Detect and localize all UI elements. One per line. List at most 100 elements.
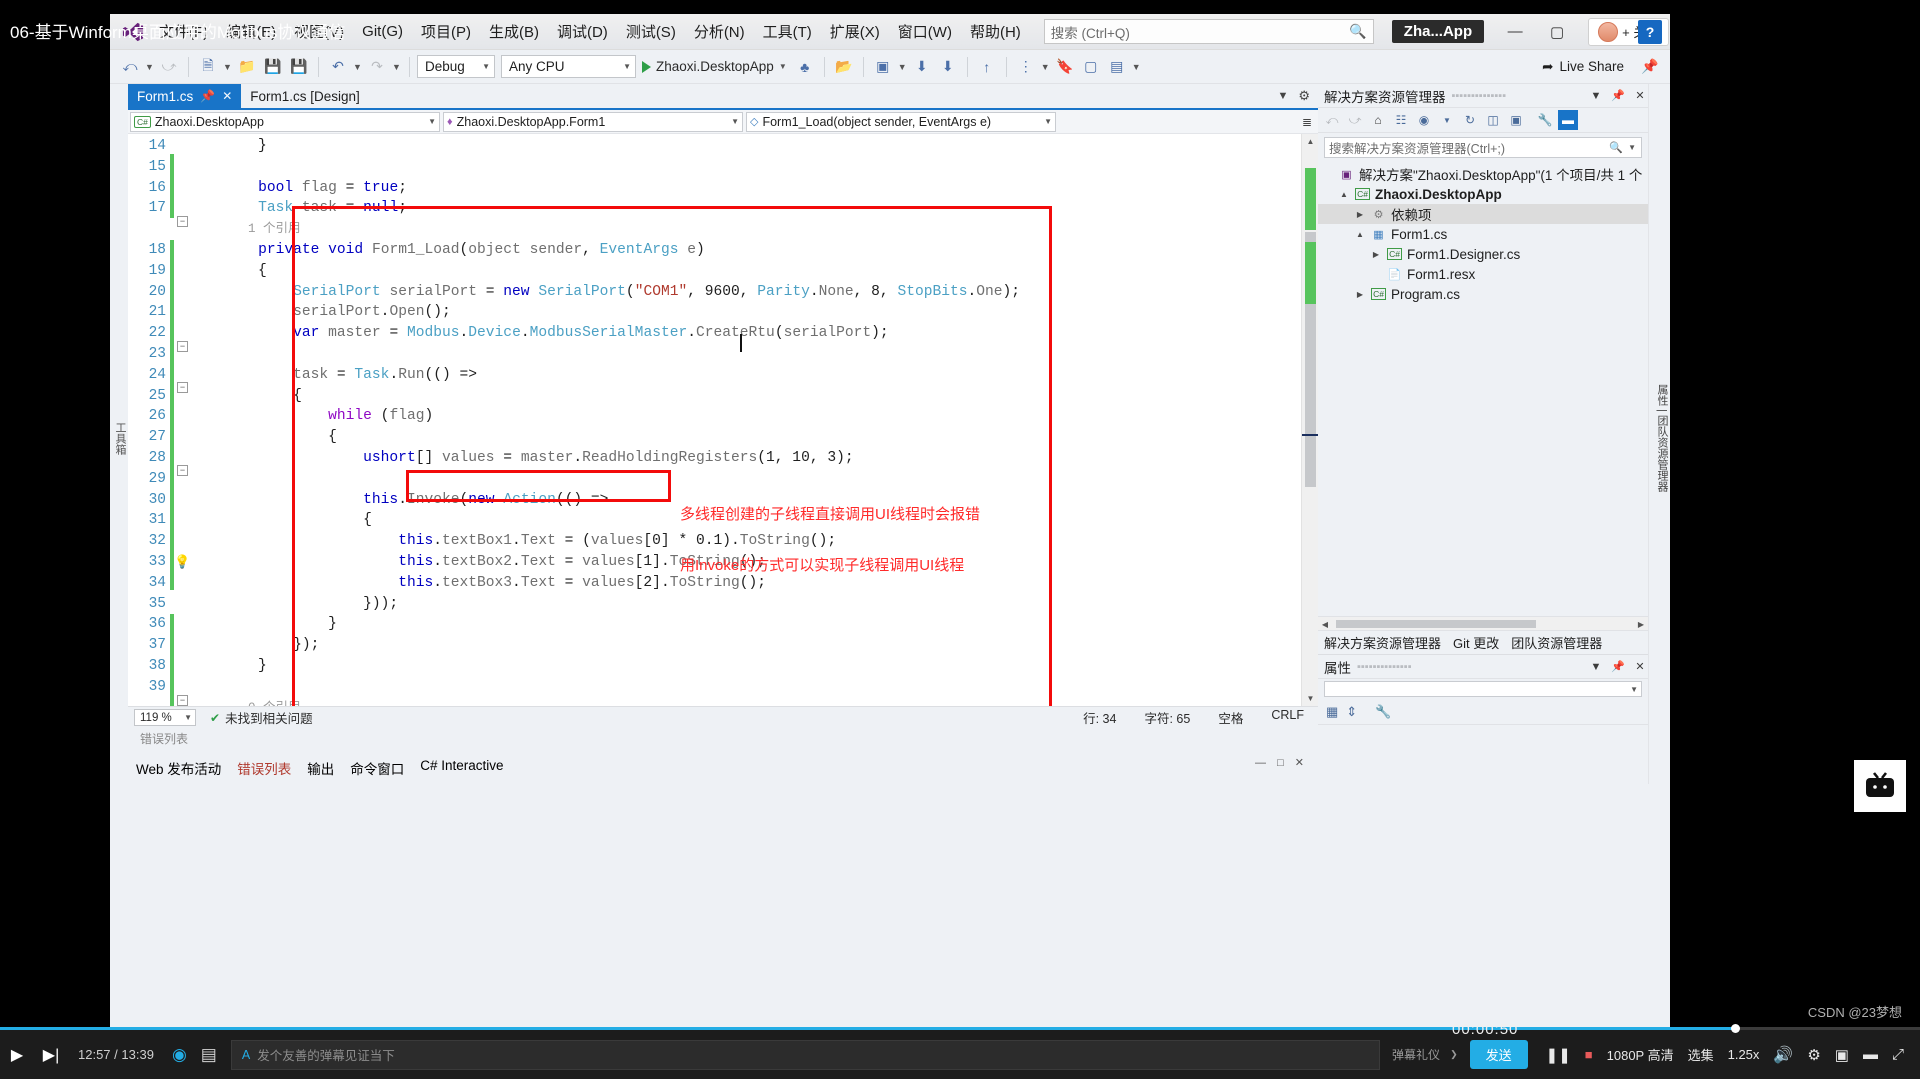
outline-collapse-icon[interactable]: − — [177, 341, 188, 352]
code-line[interactable]: SerialPort serialPort = new SerialPort("… — [188, 282, 1301, 303]
next-button[interactable]: ▶| — [34, 1045, 68, 1065]
chevron-down-icon[interactable]: ▼ — [1131, 62, 1142, 72]
bottom-tab-csharp-interactive[interactable]: C# Interactive — [420, 758, 503, 778]
code-text[interactable]: } bool flag = true; Task task = null; 1 … — [188, 134, 1301, 706]
quick-search-input[interactable]: 搜索 (Ctrl+Q) 🔍 — [1043, 19, 1374, 44]
scroll-right-icon[interactable]: ▶ — [1634, 618, 1648, 630]
dock-tab-team-explorer[interactable]: 团队资源管理器 — [1511, 633, 1602, 652]
code-reference-hint[interactable]: 0 个引用 — [188, 698, 1301, 706]
chevron-down-icon[interactable]: ▼ — [897, 62, 908, 72]
step-into-icon[interactable]: ⬇ — [910, 55, 934, 79]
code-line[interactable]: ushort[] values = master.ReadHoldingRegi… — [188, 448, 1301, 469]
twisty-icon[interactable]: ▶ — [1354, 210, 1366, 219]
code-line[interactable] — [188, 344, 1301, 365]
save-icon[interactable]: 💾 — [261, 55, 285, 79]
chevron-down-icon[interactable]: ▼ — [1588, 661, 1604, 673]
tree-item[interactable]: ▶ ⚙ 依赖项 — [1318, 204, 1648, 224]
window-controls[interactable]: — ▢ — [1494, 23, 1578, 41]
code-line[interactable]: } — [188, 136, 1301, 157]
danmaku-style-icon[interactable]: A — [242, 1048, 250, 1062]
danmaku-rule-label[interactable]: 弹幕礼仪 — [1392, 1046, 1440, 1063]
help-badge-icon[interactable]: ? — [1638, 20, 1662, 44]
dock-tab-git-changes[interactable]: Git 更改 — [1453, 633, 1499, 652]
undo-icon[interactable]: ↶ — [326, 55, 350, 79]
hex-display-icon[interactable]: ⋮ — [1014, 55, 1038, 79]
solution-configuration-combo[interactable]: Debug ▼ — [417, 55, 495, 78]
twisty-icon[interactable]: ▲ — [1338, 190, 1350, 199]
navbar-type-combo[interactable]: ♦ Zhaoxi.DesktopApp.Form1 ▼ — [443, 111, 743, 132]
scroll-up-icon[interactable]: ▲ — [1302, 134, 1318, 149]
speed-label[interactable]: 1.25x — [1728, 1047, 1760, 1062]
menu-item-analyze[interactable]: 分析(N) — [685, 17, 754, 46]
menu-item-project[interactable]: 项目(P) — [412, 17, 480, 46]
bottom-tab-web-publish[interactable]: Web 发布活动 — [136, 758, 221, 778]
twisty-icon[interactable]: ▲ — [1354, 230, 1366, 239]
select-element-icon[interactable]: 📂 — [832, 55, 856, 79]
outline-collapse-icon[interactable]: − — [177, 216, 188, 227]
code-line[interactable]: private void Form1_Load(object sender, E… — [188, 240, 1301, 261]
tree-item[interactable]: ▲ ▦ Form1.cs — [1318, 224, 1648, 244]
danmaku-toggle-icon[interactable]: ◉ — [172, 1045, 187, 1065]
tab-list-chevron-icon[interactable]: ▼ — [1277, 90, 1288, 102]
navbar-project-combo[interactable]: C# Zhaoxi.DesktopApp ▼ — [130, 111, 440, 132]
properties-icon[interactable]: ▣ — [1506, 110, 1526, 130]
uncomment-icon[interactable]: ▤ — [1105, 55, 1129, 79]
outline-collapse-icon[interactable]: − — [177, 465, 188, 476]
danmaku-settings-icon[interactable]: ▤ — [201, 1045, 217, 1065]
code-line[interactable]: Task task = null; — [188, 198, 1301, 219]
chevron-down-icon[interactable]: ▼ — [1588, 90, 1604, 102]
widescreen-icon[interactable]: ▬ — [1863, 1046, 1878, 1063]
menu-item-help[interactable]: 帮助(H) — [961, 17, 1030, 46]
redo-dropdown-icon[interactable]: ▼ — [391, 62, 402, 72]
scroll-down-icon[interactable]: ▼ — [1302, 691, 1318, 706]
code-line[interactable] — [188, 677, 1301, 698]
quality-label[interactable]: 1080P 高清 — [1607, 1045, 1674, 1064]
live-share-button[interactable]: ➦ Live Share — [1542, 59, 1636, 75]
collapse-all-icon[interactable]: ◫ — [1483, 110, 1503, 130]
fullscreen-icon[interactable]: ⤢ — [1892, 1046, 1904, 1063]
tree-item[interactable]: ▶ C# Program.cs — [1318, 284, 1648, 304]
open-file-icon[interactable]: 📁 — [235, 55, 259, 79]
show-all-files-icon[interactable]: ◉ — [1414, 110, 1434, 130]
solution-explorer-search-input[interactable]: 搜索解决方案资源管理器(Ctrl+;) 🔍 ▼ — [1324, 137, 1642, 158]
gear-icon[interactable]: ⚙ — [1298, 88, 1310, 104]
menu-item-window[interactable]: 窗口(W) — [889, 17, 961, 46]
step-over-icon[interactable]: ⬇ — [936, 55, 960, 79]
right-dock-tabs[interactable]: 解决方案资源管理器 Git 更改 团队资源管理器 — [1318, 630, 1648, 654]
code-line[interactable]: }); — [188, 635, 1301, 656]
preview-selected-icon[interactable]: ▬ — [1558, 110, 1578, 130]
tab-form1-cs[interactable]: Form1.cs 📌 ✕ — [128, 84, 242, 108]
chevron-down-icon[interactable]: ▼ — [779, 62, 787, 71]
categorized-icon[interactable]: ▦ — [1326, 704, 1338, 720]
chevron-down-icon[interactable]: ▼ — [1040, 62, 1051, 72]
new-project-icon[interactable]: 🗎 — [196, 55, 220, 79]
wrench-icon[interactable]: 🔧 — [1535, 110, 1555, 130]
menu-item-test[interactable]: 测试(S) — [617, 17, 685, 46]
code-line[interactable]: { — [188, 386, 1301, 407]
zoom-level-combo[interactable]: 119 % ▼ — [134, 709, 196, 726]
bottom-tab-command-window[interactable]: 命令窗口 — [350, 758, 404, 778]
volume-icon[interactable]: 🔊 — [1773, 1045, 1793, 1065]
tab-form1-cs-design[interactable]: Form1.cs [Design] — [241, 84, 369, 108]
bottom-panel-actions[interactable]: — □ ✕ — [1255, 756, 1308, 769]
code-line[interactable]: { — [188, 427, 1301, 448]
save-all-icon[interactable]: 💾 — [287, 55, 311, 79]
editor-vertical-scrollbar[interactable]: ▲ ▼ — [1301, 134, 1318, 706]
scrollbar-thumb[interactable] — [1336, 620, 1536, 628]
new-dropdown-icon[interactable]: ▼ — [222, 62, 233, 72]
pin-icon[interactable]: 📌 — [1610, 89, 1626, 102]
code-editor[interactable]: 14 15 16 17 18 19 20 21 22 23 24 25 26 27 28 29 30 31 32 33… — [128, 134, 1318, 706]
chevron-down-icon[interactable]: ▼ — [1437, 110, 1457, 130]
tree-item[interactable]: ▣ 解决方案"Zhaoxi.DesktopApp"(1 个项目/共 1 个 — [1318, 164, 1648, 184]
tree-item[interactable]: ▲ C# Zhaoxi.DesktopApp — [1318, 184, 1648, 204]
record-icon[interactable]: ■ — [1585, 1047, 1593, 1062]
live-visual-tree-icon[interactable]: ▣ — [871, 55, 895, 79]
code-line[interactable]: serialPort.Open(); — [188, 302, 1301, 323]
chevron-down-icon[interactable]: ▼ — [1628, 143, 1636, 152]
bookmark-icon[interactable]: 🔖 — [1053, 55, 1077, 79]
outline-collapse-icon[interactable]: − — [177, 695, 188, 706]
properties-object-combo[interactable]: ▼ — [1324, 681, 1642, 697]
home-icon[interactable]: ⌂ — [1368, 110, 1388, 130]
code-line[interactable]: bool flag = true; — [188, 178, 1301, 199]
code-line[interactable]: while (flag) — [188, 406, 1301, 427]
